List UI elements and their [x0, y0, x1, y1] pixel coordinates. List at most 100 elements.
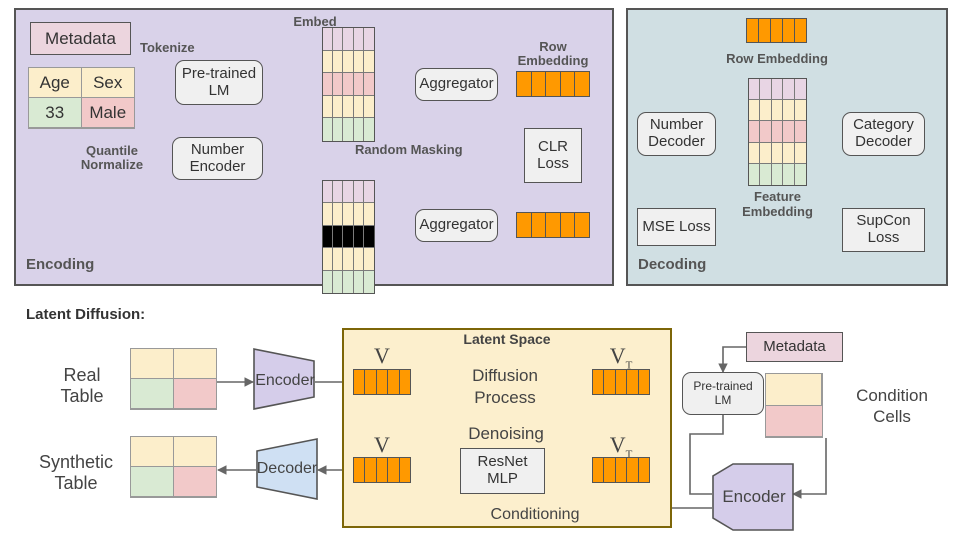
- encoder-label: Encoder: [255, 372, 315, 389]
- pretrained-lm-bottom-line1: Pre-trained: [693, 379, 753, 394]
- latent-segment: [593, 458, 605, 482]
- masked-cell: [363, 225, 374, 249]
- number-decoder-line1: Number: [649, 116, 704, 134]
- diffusion-label-line1: Diffusion: [472, 366, 538, 385]
- feature-cell: [760, 100, 772, 122]
- masked-cell: [333, 181, 344, 204]
- latent-segment: [399, 370, 411, 394]
- dec-row-embedding-segment: [795, 19, 806, 42]
- masked-cell: [363, 203, 374, 226]
- metadata-box: Metadata: [30, 22, 131, 55]
- embed-cell: [363, 118, 374, 141]
- masked-cell: [333, 203, 344, 226]
- embed-cell: [323, 28, 334, 51]
- normalize-label: Normalize: [80, 157, 144, 172]
- dec-row-embedding-segment: [759, 19, 771, 42]
- dec-row-embedding-segment: [771, 19, 783, 42]
- embed-cell: [323, 118, 334, 141]
- real-table-cell: [131, 379, 174, 409]
- feature-cell: [749, 163, 761, 185]
- feature-cell: [771, 100, 784, 122]
- masked-cell: [343, 248, 354, 271]
- embed-cell: [323, 95, 334, 119]
- latent-segment: [593, 370, 605, 394]
- row-embedding-segment: [560, 72, 576, 96]
- latent-segment: [638, 458, 650, 482]
- latent-segment: [365, 370, 377, 394]
- masked-cell: [323, 225, 334, 249]
- masked-cell: [353, 248, 364, 271]
- pretrained-lm-line1: Pre-trained: [181, 64, 257, 82]
- random-masking-label: Random Masking: [355, 142, 463, 157]
- embed-cell: [333, 73, 344, 96]
- masked-cell: [323, 203, 334, 226]
- decoding-row-embedding-label: Row Embedding: [726, 51, 828, 66]
- embed-cell: [353, 95, 364, 119]
- latent-vt-bar-top: [592, 369, 650, 395]
- supcon-loss-line2: Loss: [867, 229, 900, 246]
- resnet-mlp-box: ResNet MLP: [460, 448, 545, 494]
- embed-cell: [353, 73, 364, 96]
- condition-cell: [766, 374, 822, 406]
- pretrained-lm-bottom-line2: LM: [714, 392, 732, 407]
- feature-cell: [783, 142, 795, 164]
- embed-cell: [353, 50, 364, 74]
- row-embedding-segment: [531, 72, 547, 96]
- embed-cell: [323, 50, 334, 74]
- masked-cell: [323, 181, 334, 204]
- masked-cell: [353, 181, 364, 204]
- embed-cell: [363, 95, 374, 119]
- feature-cell: [783, 100, 795, 122]
- masked-embedding-segment: [531, 213, 547, 237]
- feature-cell: [749, 79, 761, 101]
- synthetic-table-cell: [173, 437, 216, 467]
- masked-cell: [343, 270, 354, 293]
- latent-diffusion-title: Latent Diffusion:: [26, 306, 146, 323]
- latent-segment: [365, 458, 377, 482]
- latent-vt-bar-bottom: [592, 457, 650, 483]
- v-label-bottom: V: [374, 432, 390, 457]
- row-embedding-segment: [517, 72, 532, 96]
- masked-cell: [353, 270, 364, 293]
- real-table-cell: [173, 379, 216, 409]
- decoder-label: Decoder: [256, 460, 318, 477]
- clr-loss-box: CLR Loss: [524, 128, 582, 183]
- real-table-cell: [131, 349, 174, 379]
- row-embedding-bar: [516, 71, 590, 97]
- feature-cell: [794, 79, 806, 101]
- masked-embedding-segment: [546, 213, 561, 237]
- masked-cell: [363, 181, 374, 204]
- input-table: Age Sex 33 Male: [28, 67, 135, 129]
- pretrained-lm-line2: LM: [208, 81, 230, 99]
- category-decoder-line1: Category: [853, 116, 914, 134]
- clr-loss-line1: CLR: [537, 137, 568, 155]
- synthetic-table-cell: [131, 467, 174, 497]
- masked-row-embedding-bar: [516, 212, 590, 238]
- feature-cell: [771, 142, 784, 164]
- feature-embedding-label-line1: Feature: [754, 189, 801, 204]
- latent-v-bar-bottom: [353, 457, 411, 483]
- table-cell-header-age: Age: [29, 68, 82, 98]
- metadata-box-bottom: Metadata: [746, 332, 843, 362]
- table-cell-value-age: 33: [29, 98, 82, 128]
- number-encoder-line2: Encoder: [189, 157, 246, 175]
- masked-cell: [343, 181, 354, 204]
- embed-grid: [322, 27, 375, 142]
- tokenize-label: Tokenize: [140, 40, 195, 55]
- synthetic-table-cell: [173, 467, 216, 497]
- masked-cell: [323, 248, 334, 271]
- latent-segment: [354, 458, 366, 482]
- synthetic-table-label-line2: Table: [54, 473, 98, 493]
- feature-cell: [760, 142, 772, 164]
- diffusion-label-line2: Process: [474, 388, 536, 407]
- feature-cell: [783, 79, 795, 101]
- latent-segment: [388, 370, 400, 394]
- feature-cell: [771, 163, 784, 185]
- embed-cell: [353, 118, 364, 141]
- encoding-panel-label: Encoding: [26, 256, 95, 273]
- latent-segment: [615, 370, 628, 394]
- latent-segment: [638, 370, 650, 394]
- latent-segment: [627, 458, 639, 482]
- latent-segment: [604, 458, 616, 482]
- condition-encoder-label: Encoder: [722, 487, 786, 506]
